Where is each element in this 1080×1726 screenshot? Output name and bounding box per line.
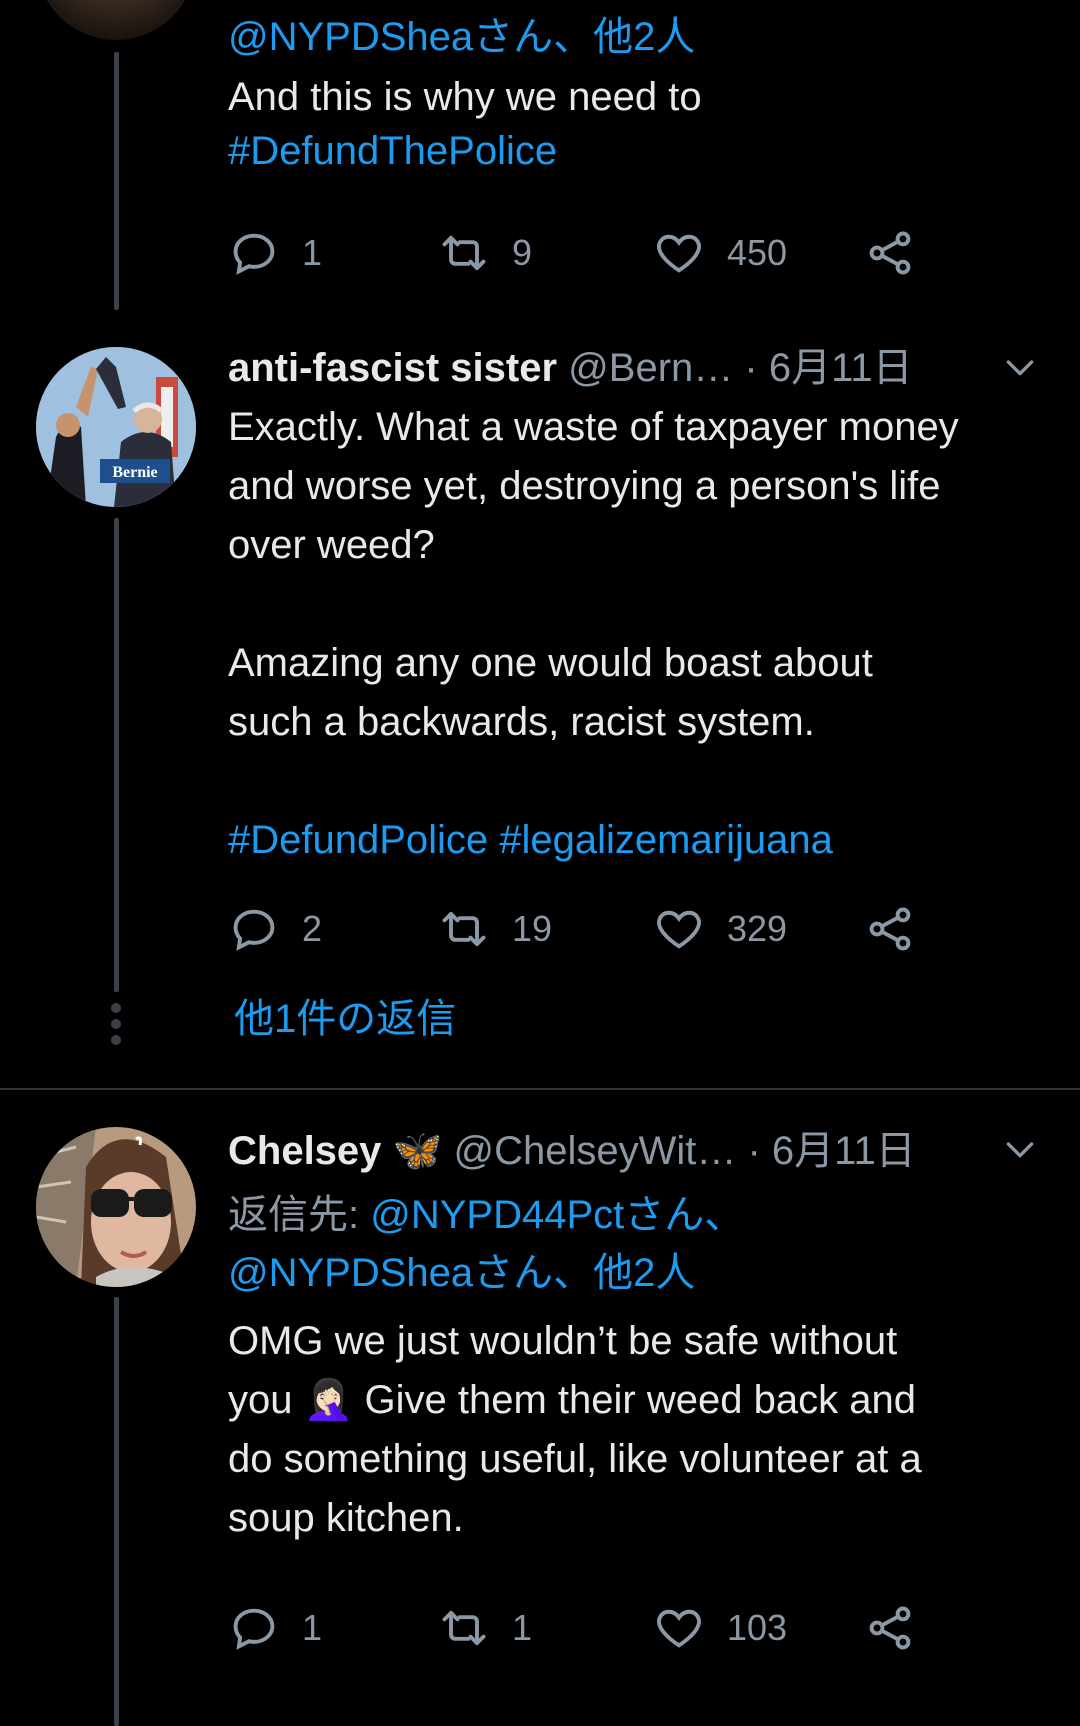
share-icon bbox=[869, 1606, 911, 1650]
more-replies-dots bbox=[111, 1003, 121, 1051]
tweet-text-part: you bbox=[228, 1378, 304, 1422]
tweet-header: Chelsey 🦋 @ChelseyWit… · 6月11日 bbox=[228, 1122, 916, 1180]
thread-line bbox=[114, 52, 119, 310]
reply-icon bbox=[233, 909, 275, 951]
like-button[interactable]: 450 bbox=[653, 223, 787, 283]
heart-icon bbox=[657, 1609, 701, 1648]
reply-to-line: 返信先: @NYPD44Pctさん、 bbox=[228, 1186, 744, 1244]
thread-line bbox=[114, 1297, 119, 1726]
more-replies-link[interactable]: 他1件の返信 bbox=[234, 990, 456, 1048]
user-handle[interactable]: @ChelseyWit… bbox=[453, 1129, 736, 1173]
tweet-text: such a backwards, racist system. bbox=[228, 700, 815, 744]
reply-to-users[interactable]: @NYPDSheaさん、他2人 bbox=[228, 1244, 695, 1302]
tweet-actions: 2 19 329 bbox=[228, 899, 928, 959]
hashtag-link[interactable]: #DefundThePolice bbox=[228, 122, 557, 180]
retweet-icon bbox=[442, 1610, 486, 1646]
reply-count: 1 bbox=[302, 1607, 323, 1648]
hashtag-link[interactable]: #DefundPolice #legalizemarijuana bbox=[228, 811, 833, 869]
reply-to-user-link[interactable]: @NYPD44Pctさん、 bbox=[370, 1193, 744, 1237]
tweet-text: and worse yet, destroying a person's lif… bbox=[228, 464, 941, 508]
avatar-sign-text: Bernie bbox=[112, 464, 157, 481]
tweet-text: Amazing any one would boast about bbox=[228, 641, 873, 685]
avatar-tweet1[interactable] bbox=[36, 0, 196, 40]
facepalm-emoji: 🤦🏻‍♀️ bbox=[303, 1378, 354, 1422]
tweet-actions: 1 9 450 bbox=[228, 223, 928, 283]
like-count: 450 bbox=[727, 232, 788, 273]
heart-icon bbox=[657, 234, 701, 273]
butterfly-emoji: 🦋 bbox=[392, 1129, 443, 1173]
chevron-down-icon[interactable] bbox=[1000, 1129, 1040, 1169]
avatar-image bbox=[36, 1127, 196, 1287]
retweet-count: 19 bbox=[512, 908, 553, 949]
tweet-text: you 🤦🏻‍♀️ Give them their weed back and bbox=[228, 1371, 916, 1429]
divider bbox=[0, 1088, 1080, 1090]
avatar-tweet3[interactable] bbox=[36, 1127, 196, 1287]
avatar-tweet2[interactable]: Bernie bbox=[36, 347, 196, 507]
tweet-text: over weed? bbox=[228, 523, 435, 567]
tweet-text: do something useful, like volunteer at a bbox=[228, 1437, 922, 1481]
like-count: 329 bbox=[727, 908, 788, 949]
share-icon bbox=[869, 907, 911, 951]
heart-icon bbox=[657, 910, 701, 949]
retweet-icon bbox=[442, 235, 486, 271]
like-button[interactable]: 103 bbox=[653, 1598, 787, 1658]
retweet-button[interactable]: 1 bbox=[438, 1598, 532, 1658]
tweet-text: And this is why we need to bbox=[228, 75, 702, 119]
reply-button[interactable]: 1 bbox=[228, 1598, 322, 1658]
reply-to-users[interactable]: @NYPDSheaさん、他2人 bbox=[228, 8, 695, 66]
display-name[interactable]: anti-fascist sister bbox=[228, 346, 557, 390]
reply-count: 2 bbox=[302, 908, 323, 949]
tweet-header: anti-fascist sister @Bern… · 6月11日 bbox=[228, 339, 913, 397]
reply-button[interactable]: 2 bbox=[228, 899, 322, 959]
share-button[interactable] bbox=[864, 223, 938, 283]
thread-line bbox=[114, 518, 119, 992]
reply-icon bbox=[233, 1608, 275, 1650]
like-count: 103 bbox=[727, 1607, 788, 1648]
retweet-button[interactable]: 9 bbox=[438, 223, 532, 283]
chevron-down-icon[interactable] bbox=[1000, 347, 1040, 387]
user-handle[interactable]: @Bern… bbox=[568, 346, 733, 390]
like-button[interactable]: 329 bbox=[653, 899, 787, 959]
reply-button[interactable]: 1 bbox=[228, 223, 322, 283]
retweet-count: 9 bbox=[512, 232, 533, 273]
tweet-actions: 1 1 103 bbox=[228, 1598, 928, 1658]
share-button[interactable] bbox=[864, 899, 938, 959]
retweet-icon bbox=[442, 911, 486, 947]
tweet-text: Exactly. What a waste of taxpayer money bbox=[228, 405, 959, 449]
share-button[interactable] bbox=[864, 1598, 938, 1658]
reply-icon bbox=[233, 233, 275, 275]
share-icon bbox=[869, 231, 911, 275]
tweet-date[interactable]: · 6月11日 bbox=[747, 1129, 915, 1173]
display-name[interactable]: Chelsey bbox=[228, 1129, 381, 1173]
reply-count: 1 bbox=[302, 232, 323, 273]
tweet-text: OMG we just wouldn’t be safe without bbox=[228, 1319, 898, 1363]
reply-to-label: 返信先: bbox=[228, 1193, 371, 1237]
avatar-image: Bernie bbox=[36, 347, 196, 507]
tweet-text: soup kitchen. bbox=[228, 1496, 464, 1540]
tweet-date[interactable]: · 6月11日 bbox=[744, 346, 912, 390]
tweet-text-part: Give them their weed back and bbox=[353, 1378, 916, 1422]
retweet-button[interactable]: 19 bbox=[438, 899, 552, 959]
retweet-count: 1 bbox=[512, 1607, 533, 1648]
